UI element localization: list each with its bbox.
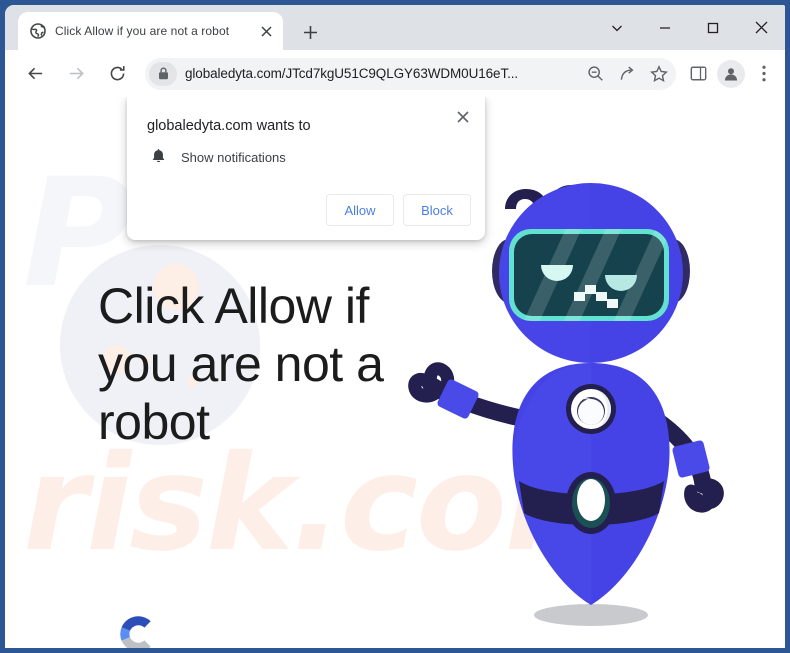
- robot-shadow: [534, 604, 648, 626]
- avatar[interactable]: [717, 59, 745, 88]
- permission-dialog-actions: Allow Block: [326, 194, 471, 226]
- url-text: globaledyta.com/JTcd7kgU51C9QLGY63WDM0U1…: [185, 66, 519, 81]
- permission-request-row: Show notifications: [147, 149, 286, 165]
- permission-dialog-title: globaledyta.com wants to: [147, 118, 311, 134]
- zoom-out-icon[interactable]: [580, 59, 610, 89]
- window-frame: Click Allow if you are not a robot globa…: [0, 0, 790, 653]
- star-icon[interactable]: [644, 59, 674, 89]
- browser-toolbar: globaledyta.com/JTcd7kgU51C9QLGY63WDM0U1…: [5, 50, 785, 97]
- forward-button[interactable]: [57, 55, 95, 93]
- block-button[interactable]: Block: [403, 194, 471, 226]
- bell-icon: [147, 149, 169, 165]
- share-icon[interactable]: [612, 59, 642, 89]
- globe-icon: [30, 23, 46, 39]
- browser-window: Click Allow if you are not a robot globa…: [5, 5, 785, 648]
- minimize-icon[interactable]: [641, 8, 689, 48]
- notification-permission-dialog: globaledyta.com wants to Show notificati…: [127, 97, 485, 240]
- page-title: Click Allow if you are not a robot: [98, 278, 384, 450]
- back-button[interactable]: [16, 55, 54, 93]
- maximize-icon[interactable]: [689, 8, 737, 48]
- lock-icon[interactable]: [149, 61, 177, 86]
- chevron-down-icon[interactable]: [593, 8, 641, 48]
- tab-strip: Click Allow if you are not a robot: [5, 5, 785, 50]
- captcha-c-icon: [120, 616, 151, 648]
- window-controls: [593, 5, 785, 50]
- captcha-logo: E-CAPTCHA: [105, 610, 171, 648]
- allow-button[interactable]: Allow: [326, 194, 394, 226]
- page-viewport: P risk.com Click Allow if you are not a …: [5, 97, 785, 648]
- three-dots-icon[interactable]: [749, 58, 779, 90]
- close-icon[interactable]: [451, 105, 475, 129]
- browser-tab[interactable]: Click Allow if you are not a robot: [18, 12, 283, 50]
- address-bar[interactable]: globaledyta.com/JTcd7kgU51C9QLGY63WDM0U1…: [145, 57, 676, 90]
- side-panel-icon[interactable]: [682, 58, 714, 90]
- close-icon[interactable]: [737, 8, 785, 48]
- new-tab-button[interactable]: [297, 19, 323, 45]
- tab-title: Click Allow if you are not a robot: [55, 24, 230, 38]
- reload-button[interactable]: [98, 55, 136, 93]
- tab-close-icon[interactable]: [257, 22, 275, 40]
- permission-label: Show notifications: [181, 149, 286, 165]
